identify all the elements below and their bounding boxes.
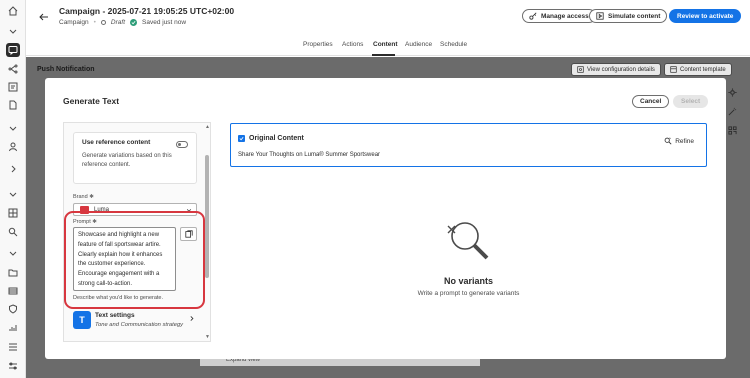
chevron-down-icon[interactable] [6, 121, 20, 135]
config-icon [577, 66, 584, 73]
key-icon [529, 12, 537, 20]
generate-text-dialog: Generate Text Cancel Select Use referenc… [45, 78, 726, 359]
chevron-down-icon[interactable] [6, 246, 20, 260]
chevron-right-icon[interactable] [6, 162, 20, 176]
active-tab-indicator [372, 54, 395, 56]
scrollbar-thumb[interactable] [205, 155, 209, 278]
review-to-activate-button[interactable]: Review to activate [669, 9, 742, 23]
refine-icon [664, 137, 672, 145]
search-icon[interactable] [6, 225, 20, 239]
settings-list-icon[interactable] [6, 359, 20, 373]
journey-icon[interactable] [6, 62, 20, 76]
shield-icon[interactable] [6, 302, 20, 316]
simulate-content-button[interactable]: Simulate content [589, 9, 668, 23]
original-content-text: Share Your Thoughts on Luma® Summer Spor… [238, 152, 381, 158]
text-settings-item[interactable]: T Text settings Tone and Communication s… [73, 309, 197, 333]
scroll-up-arrow-icon[interactable]: ▲ [205, 124, 210, 130]
reference-description: Generate variations based on this refere… [82, 153, 172, 168]
checkbox-checked-icon[interactable] [238, 135, 245, 142]
page-title: Campaign - 2025-07-21 19:05:25 UTC+02:00 [59, 6, 235, 16]
draft-status-icon [100, 20, 106, 25]
cancel-button[interactable]: Cancel [632, 95, 670, 108]
simulate-icon [596, 12, 604, 20]
reference-content-toggle[interactable] [176, 141, 188, 148]
document-icon[interactable] [6, 98, 20, 112]
home-icon[interactable] [6, 4, 20, 18]
prompt-highlight-annotation [64, 211, 205, 309]
tab-audience[interactable]: Audience [405, 41, 432, 48]
dialog-title: Generate Text [63, 96, 120, 106]
no-results-search-icon [447, 222, 489, 260]
push-notification-bar: Push Notification View configuration det… [26, 61, 750, 79]
original-content-card[interactable]: Original Content Share Your Thoughts on … [230, 123, 707, 167]
refine-button[interactable]: Refine [664, 137, 694, 145]
tab-actions[interactable]: Actions [342, 41, 363, 48]
campaign-tabs: Properties Actions Content Audience Sche… [26, 36, 750, 56]
status-badge: Draft [110, 19, 126, 26]
chevron-down-icon[interactable] [6, 24, 20, 38]
person-icon[interactable] [6, 140, 20, 154]
back-arrow-icon[interactable] [37, 10, 51, 24]
chevron-down-icon[interactable] [6, 187, 20, 201]
campaign-status-row: Campaign • Draft Saved just now [59, 19, 187, 26]
select-button[interactable]: Select [673, 95, 709, 108]
empty-state-title: No variants [443, 276, 494, 286]
text-settings-title: Text settings [95, 312, 135, 319]
content-template-button[interactable]: Content template [664, 63, 732, 76]
grid-icon[interactable] [6, 206, 20, 220]
right-toolbar [726, 86, 740, 146]
message-icon[interactable] [6, 43, 20, 57]
checkmark-icon [130, 19, 138, 26]
chevron-right-icon [190, 316, 194, 321]
settings-icon[interactable] [726, 86, 738, 98]
original-content-title: Original Content [249, 135, 304, 142]
list-icon[interactable] [6, 340, 20, 354]
campaign-type-label: Campaign [59, 19, 89, 26]
empty-state-subtitle: Write a prompt to generate variants [417, 290, 520, 297]
left-rail [0, 0, 26, 378]
text-icon: T [73, 311, 91, 329]
brand-label: Brand ✱ [73, 194, 94, 200]
tab-schedule[interactable]: Schedule [440, 41, 467, 48]
content-icon[interactable] [6, 80, 20, 94]
view-configuration-button[interactable]: View configuration details [571, 63, 661, 76]
saved-status: Saved just now [142, 19, 187, 26]
magic-wand-icon[interactable] [726, 105, 738, 117]
scroll-down-arrow-icon[interactable]: ▼ [205, 334, 210, 340]
campaign-header: Campaign - 2025-07-21 19:05:25 UTC+02:00… [26, 0, 750, 36]
qr-code-icon[interactable] [726, 124, 738, 136]
table-icon[interactable] [6, 284, 20, 298]
template-icon [670, 66, 677, 73]
section-title: Push Notification [37, 66, 95, 73]
reference-content-card: Use reference content Generate variation… [73, 132, 197, 184]
manage-access-button[interactable]: Manage access [522, 9, 596, 23]
tab-properties[interactable]: Properties [303, 41, 333, 48]
text-settings-subtitle: Tone and Communication strategy [95, 322, 184, 328]
tab-content[interactable]: Content [373, 41, 398, 48]
chart-icon[interactable] [6, 321, 20, 335]
reference-title: Use reference content [82, 139, 151, 146]
folder-icon[interactable] [6, 266, 20, 280]
